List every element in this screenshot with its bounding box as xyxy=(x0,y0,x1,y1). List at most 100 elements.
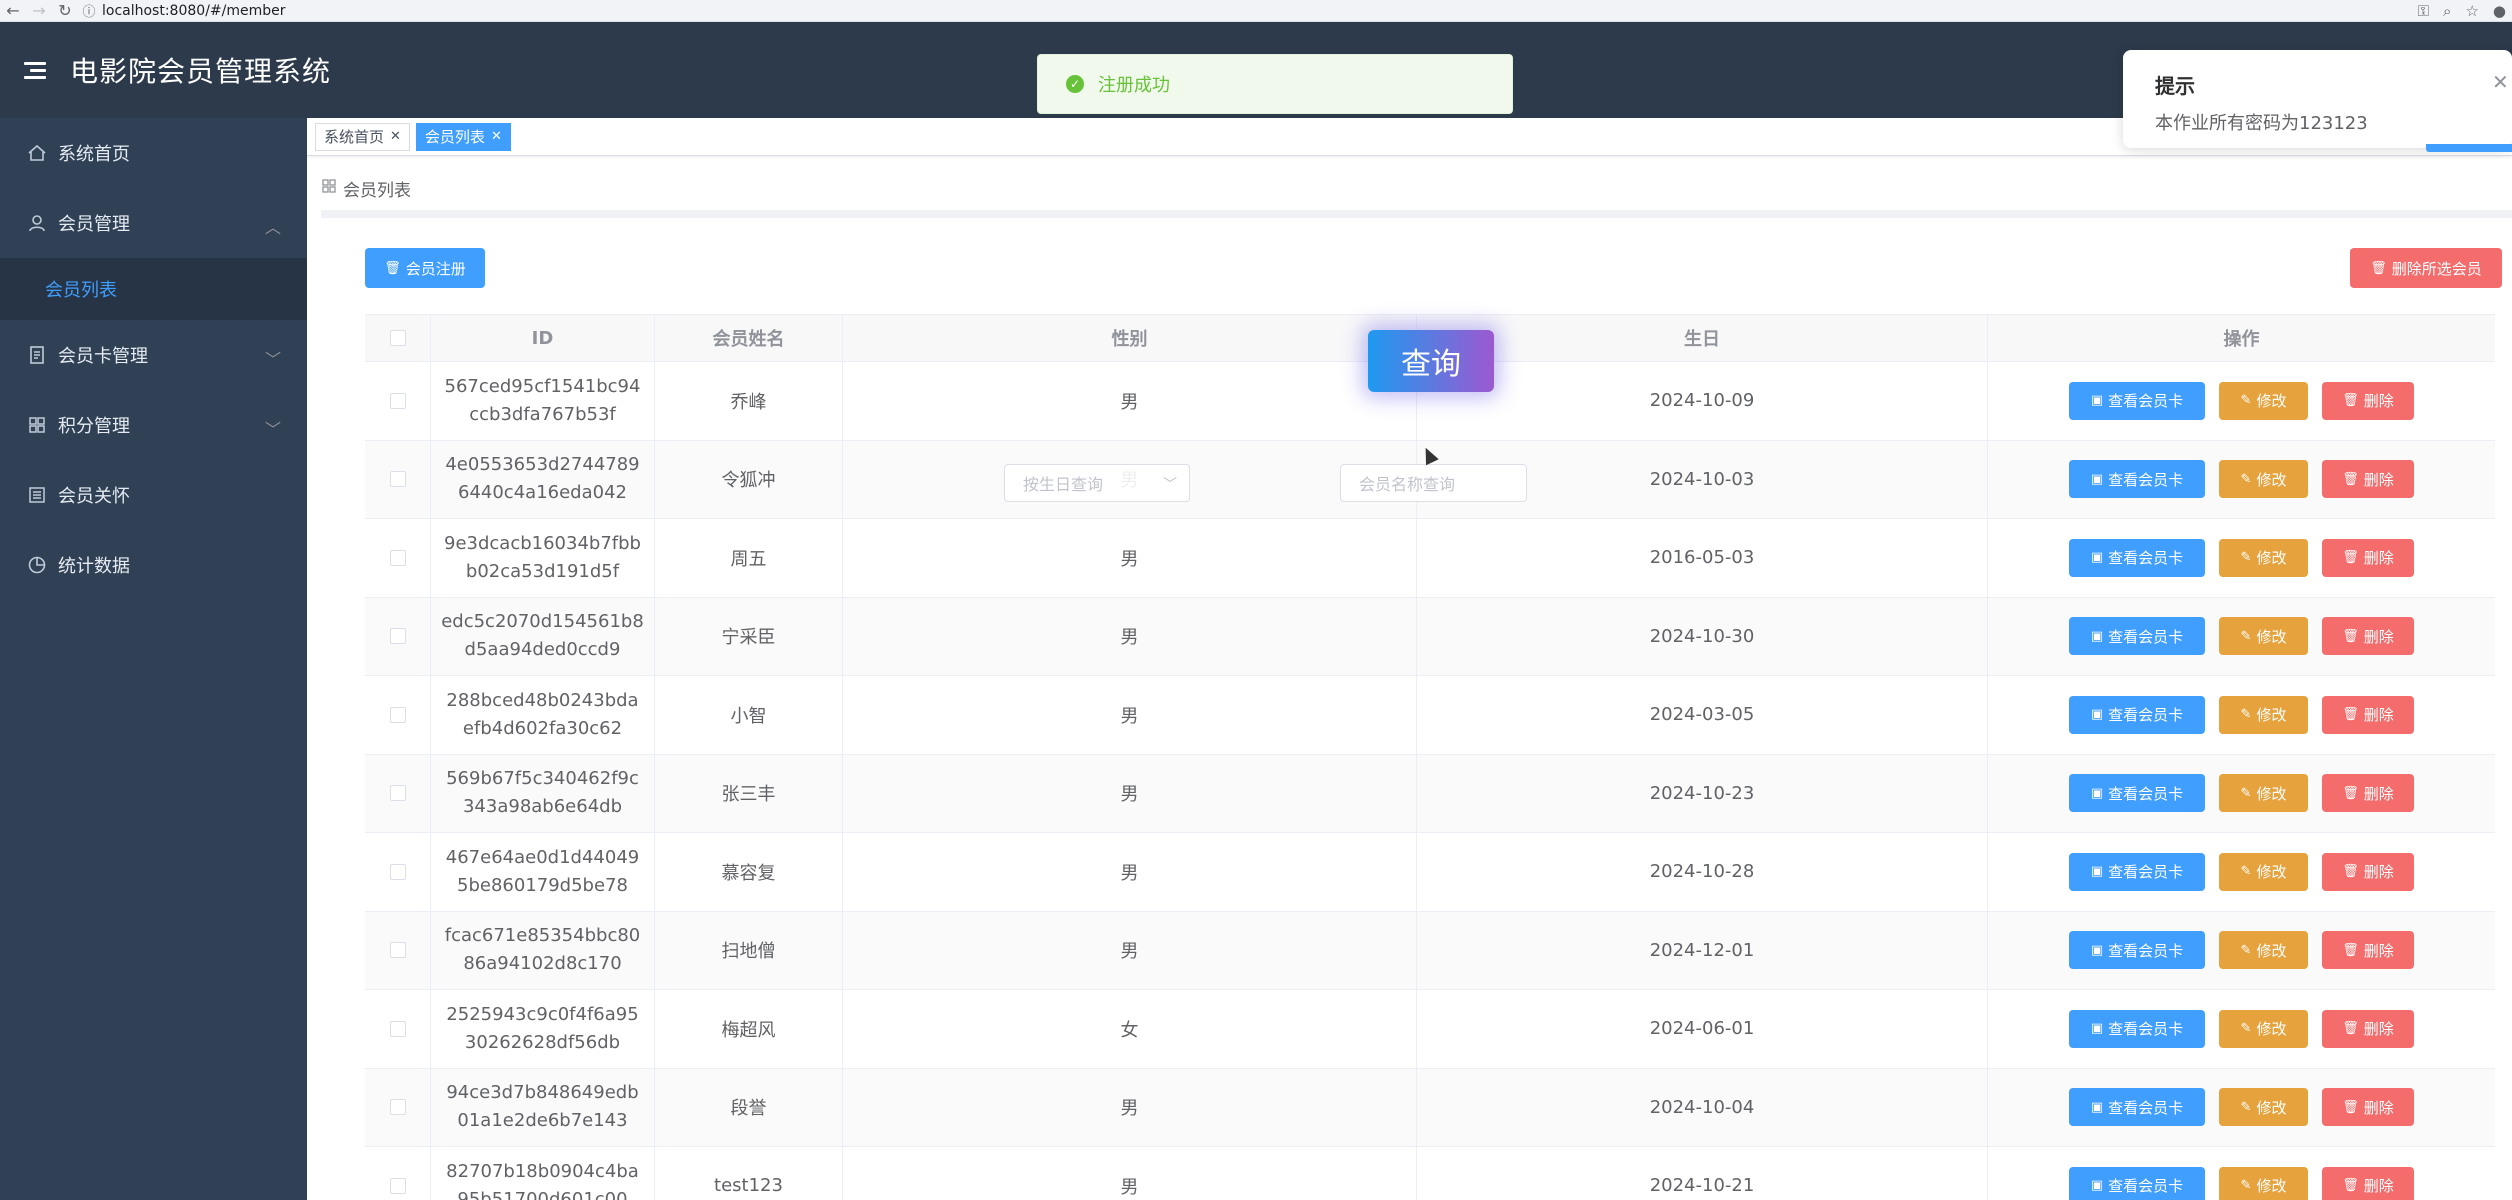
delete-button[interactable]: 🗑 删除 xyxy=(2322,852,2414,891)
query-button[interactable]: 查询 xyxy=(1368,330,1494,392)
edit-button[interactable]: ✎ 修改 xyxy=(2219,852,2308,891)
edit-button[interactable]: ✎ 修改 xyxy=(2219,617,2308,656)
edit-button[interactable]: ✎ 修改 xyxy=(2219,538,2308,577)
cell-actions: ▣ 查看会员卡 ✎ 修改 🗑 删除 xyxy=(1988,598,2495,676)
row-checkbox[interactable] xyxy=(389,785,406,802)
view-card-button[interactable]: ▣ 查看会员卡 xyxy=(2069,695,2205,734)
row-checkbox[interactable] xyxy=(389,863,406,880)
sidebar-item-member-list[interactable]: 会员列表 xyxy=(0,258,307,320)
view-card-button[interactable]: ▣ 查看会员卡 xyxy=(2069,1009,2205,1048)
cell-id: 567ced95cf1541bc94ccb3dfa767b53f xyxy=(431,362,655,440)
cell-id: 467e64ae0d1d440495be860179d5be78 xyxy=(431,833,655,911)
cell-name: 宁采臣 xyxy=(655,597,843,675)
button-label: 删除 xyxy=(2363,392,2394,411)
site-info-icon[interactable]: ⓘ xyxy=(78,1,100,20)
sidebar-item-member-care[interactable]: 会员关怀 xyxy=(0,460,307,530)
cell-id: 4e0553653d27447896440c4a16eda042 xyxy=(431,440,655,518)
row-checkbox[interactable] xyxy=(389,706,406,723)
credit-card-icon: ▣ xyxy=(2090,1178,2104,1194)
view-card-button[interactable]: ▣ 查看会员卡 xyxy=(2069,1166,2205,1200)
delete-button[interactable]: 🗑 删除 xyxy=(2322,1166,2414,1200)
delete-button[interactable]: 🗑 删除 xyxy=(2322,1009,2414,1048)
birthday-filter-select[interactable]: 按生日查询 ﹀ xyxy=(1004,464,1190,502)
row-checkbox[interactable] xyxy=(389,471,406,488)
delete-button[interactable]: 🗑 删除 xyxy=(2322,460,2414,499)
edit-button[interactable]: ✎ 修改 xyxy=(2219,695,2308,734)
view-card-button[interactable]: ▣ 查看会员卡 xyxy=(2069,538,2205,577)
bookmark-star-icon[interactable]: ☆ xyxy=(2465,2,2478,20)
view-card-button[interactable]: ▣ 查看会员卡 xyxy=(2069,617,2205,656)
button-label: 查看会员卡 xyxy=(2108,784,2184,803)
edit-icon: ✎ xyxy=(2240,1099,2252,1115)
view-card-button[interactable]: ▣ 查看会员卡 xyxy=(2069,1088,2205,1127)
sidebar-item-label: 积分管理 xyxy=(58,416,130,437)
edit-button[interactable]: ✎ 修改 xyxy=(2219,381,2308,420)
sidebar-item-member-management[interactable]: 会员管理 ︿ xyxy=(0,188,307,258)
zoom-icon[interactable]: ⌕ xyxy=(2443,2,2451,20)
delete-button[interactable]: 🗑 删除 xyxy=(2322,774,2414,813)
address-bar[interactable]: localhost:8080/#/member xyxy=(102,3,286,19)
trash-icon: 🗑 xyxy=(384,260,401,276)
tab-member-list[interactable]: 会员列表 ✕ xyxy=(415,122,511,151)
view-card-button[interactable]: ▣ 查看会员卡 xyxy=(2069,381,2205,420)
credit-card-icon: ▣ xyxy=(2090,707,2104,723)
edit-button[interactable]: ✎ 修改 xyxy=(2219,1088,2308,1127)
forward-icon[interactable]: → xyxy=(26,0,52,22)
view-card-button[interactable]: ▣ 查看会员卡 xyxy=(2069,460,2205,499)
button-label: 查看会员卡 xyxy=(2108,392,2184,411)
trash-icon: 🗑 xyxy=(2370,260,2387,276)
sidebar-item-card-management[interactable]: 会员卡管理 ﹀ xyxy=(0,320,307,390)
cell-id: 94ce3d7b848649edb01a1e2de6b7e143 xyxy=(431,1068,655,1146)
close-icon[interactable]: ✕ xyxy=(491,129,502,144)
register-member-button[interactable]: 🗑 会员注册 xyxy=(365,248,485,288)
delete-button[interactable]: 🗑 删除 xyxy=(2322,617,2414,656)
trash-icon: 🗑 xyxy=(2342,628,2359,644)
view-card-button[interactable]: ▣ 查看会员卡 xyxy=(2069,774,2205,813)
password-key-icon[interactable]: ⚿ xyxy=(2418,2,2429,20)
row-checkbox[interactable] xyxy=(389,549,406,566)
profile-icon[interactable]: ● xyxy=(2493,2,2506,20)
tab-home[interactable]: 系统首页 ✕ xyxy=(315,122,410,151)
name-filter-input[interactable]: 会员名称查询 xyxy=(1340,464,1527,502)
menu-toggle-icon[interactable] xyxy=(0,22,70,118)
message-text: 注册成功 xyxy=(1098,75,1170,96)
sidebar-item-points-management[interactable]: 积分管理 ﹀ xyxy=(0,390,307,460)
row-checkbox[interactable] xyxy=(389,392,406,409)
cell-name: 令狐冲 xyxy=(655,440,843,518)
sidebar-item-home[interactable]: 系统首页 xyxy=(0,118,307,188)
row-checkbox[interactable] xyxy=(389,1020,406,1037)
edit-button[interactable]: ✎ 修改 xyxy=(2219,460,2308,499)
delete-button[interactable]: 🗑 删除 xyxy=(2322,695,2414,734)
sidebar-item-label: 会员卡管理 xyxy=(58,346,148,367)
delete-button[interactable]: 🗑 删除 xyxy=(2322,538,2414,577)
table-row: 82707b18b0904c4ba95b51700d601c00 test123… xyxy=(365,1147,2495,1200)
view-card-button[interactable]: ▣ 查看会员卡 xyxy=(2069,931,2205,970)
select-all-cell xyxy=(365,315,431,361)
credit-card-icon: ▣ xyxy=(2090,471,2104,487)
edit-button[interactable]: ✎ 修改 xyxy=(2219,931,2308,970)
row-checkbox[interactable] xyxy=(389,942,406,959)
delete-button[interactable]: 🗑 删除 xyxy=(2322,381,2414,420)
edit-button[interactable]: ✎ 修改 xyxy=(2219,1009,2308,1048)
cell-actions: ▣ 查看会员卡 ✎ 修改 🗑 删除 xyxy=(1988,676,2495,754)
cell-actions: ▣ 查看会员卡 ✎ 修改 🗑 删除 xyxy=(1988,441,2495,519)
cell-name: test123 xyxy=(655,1147,843,1200)
row-checkbox[interactable] xyxy=(389,1099,406,1116)
close-icon[interactable]: ✕ xyxy=(2492,70,2512,94)
edit-button[interactable]: ✎ 修改 xyxy=(2219,774,2308,813)
row-checkbox[interactable] xyxy=(389,628,406,645)
close-icon[interactable]: ✕ xyxy=(390,129,401,144)
delete-button[interactable]: 🗑 删除 xyxy=(2322,931,2414,970)
select-all-checkbox[interactable] xyxy=(389,330,406,346)
edit-button[interactable]: ✎ 修改 xyxy=(2219,1166,2308,1200)
table-row: 94ce3d7b848649edb01a1e2de6b7e143 段誉 男 20… xyxy=(365,1068,2495,1147)
tab-label: 系统首页 xyxy=(324,128,385,146)
row-checkbox[interactable] xyxy=(389,1177,406,1194)
back-icon[interactable]: ← xyxy=(0,0,26,22)
reload-icon[interactable]: ↻ xyxy=(52,0,78,22)
delete-button[interactable]: 🗑 删除 xyxy=(2322,1088,2414,1127)
sidebar-item-statistics[interactable]: 统计数据 xyxy=(0,530,307,600)
delete-selected-button[interactable]: 🗑 删除所选会员 xyxy=(2350,248,2502,288)
view-card-button[interactable]: ▣ 查看会员卡 xyxy=(2069,852,2205,891)
browser-toolbar: ← → ↻ ⓘ localhost:8080/#/member ⚿ ⌕ ☆ ● xyxy=(0,0,2512,22)
